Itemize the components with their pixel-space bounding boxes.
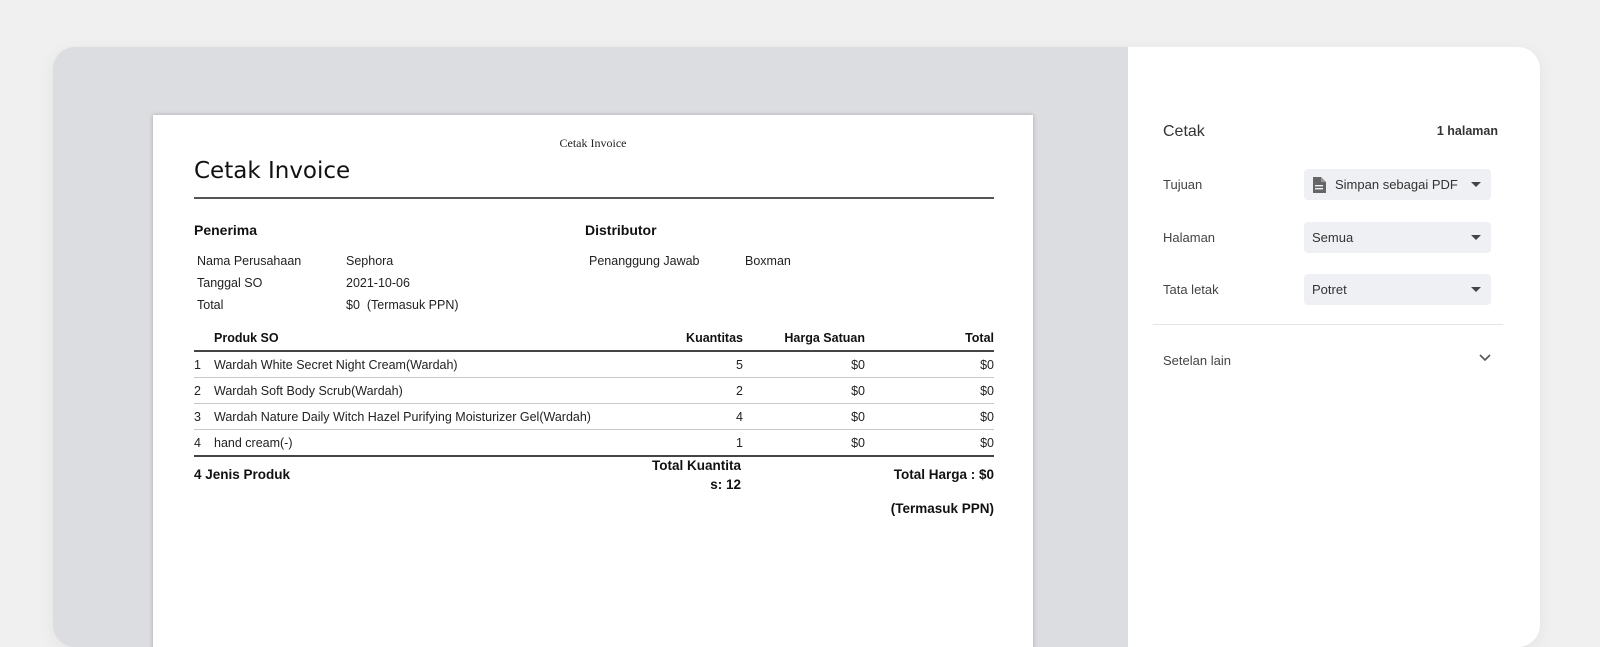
row-unit-price: $0 <box>851 384 865 398</box>
chevron-down-icon <box>1479 354 1491 362</box>
column-header-product: Produk SO <box>214 331 279 345</box>
tax-note: (Termasuk PPN) <box>890 501 994 516</box>
recipient-heading: Penerima <box>194 222 258 238</box>
field-label: Total <box>197 298 224 312</box>
panel-title: Cetak <box>1163 123 1205 140</box>
dropdown-arrow-icon <box>1471 235 1481 240</box>
layout-value: Potret <box>1312 282 1347 297</box>
row-number: 1 <box>194 358 201 372</box>
row-number: 4 <box>194 436 201 450</box>
products-table: Produk SO Kuantitas Harga Satuan Total 1… <box>194 331 994 457</box>
field-label: Tanggal SO <box>197 276 263 290</box>
layout-select[interactable]: Potret <box>1304 274 1491 305</box>
total-quantity-line-1: Total Kuantita <box>652 458 741 473</box>
print-dialog: Cetak Invoice Cetak Invoice Penerima Dis… <box>53 47 1540 647</box>
table-row: 1 Wardah White Secret Night Cream(Wardah… <box>194 352 994 378</box>
section-divider <box>1153 324 1503 325</box>
table-row: 2 Wardah Soft Body Scrub(Wardah) 2 $0 $0 <box>194 378 994 404</box>
print-preview-area: Cetak Invoice Cetak Invoice Penerima Dis… <box>53 47 1128 647</box>
more-settings-label: Setelan lain <box>1163 353 1231 368</box>
row-total: $0 <box>980 436 994 450</box>
dropdown-arrow-icon <box>1471 182 1481 187</box>
row-quantity: 4 <box>736 410 743 424</box>
more-settings-toggle[interactable]: Setelan lain <box>1163 352 1493 372</box>
page-count: 1 halaman <box>1436 124 1498 138</box>
table-header-row: Produk SO Kuantitas Harga Satuan Total <box>194 331 994 352</box>
row-number: 3 <box>194 410 201 424</box>
pages-label: Halaman <box>1163 230 1216 245</box>
destination-select[interactable]: Simpan sebagai PDF <box>1304 169 1491 200</box>
field-value: Sephora <box>346 254 394 268</box>
row-product: Wardah Soft Body Scrub(Wardah) <box>214 384 403 398</box>
row-total: $0 <box>980 384 994 398</box>
pages-value: Semua <box>1312 230 1354 245</box>
row-quantity: 5 <box>736 358 743 372</box>
table-row: 4 hand cream(-) 1 $0 $0 <box>194 430 994 457</box>
document-icon <box>1313 177 1326 193</box>
product-types-count: 4 Jenis Produk <box>194 467 291 482</box>
document-title: Cetak Invoice <box>194 158 351 184</box>
row-product: hand cream(-) <box>214 436 293 450</box>
page-header-caption: Cetak Invoice <box>559 136 627 150</box>
column-header-unit-price: Harga Satuan <box>784 331 865 345</box>
layout-label: Tata letak <box>1163 282 1219 297</box>
row-quantity: 2 <box>736 384 743 398</box>
column-header-quantity: Kuantitas <box>686 331 743 345</box>
row-total: $0 <box>980 358 994 372</box>
column-header-total: Total <box>965 331 994 345</box>
table-row: 3 Wardah Nature Daily Witch Hazel Purify… <box>194 404 994 430</box>
row-product: Wardah White Secret Night Cream(Wardah) <box>214 358 458 372</box>
pages-select[interactable]: Semua <box>1304 222 1491 253</box>
field-value: Boxman <box>745 254 791 268</box>
total-quantity-line-2: s: 12 <box>710 477 741 492</box>
field-value: 2021-10-06 <box>346 276 410 290</box>
distributor-heading: Distributor <box>585 222 657 238</box>
row-product: Wardah Nature Daily Witch Hazel Purifyin… <box>214 410 591 424</box>
field-label: Penanggung Jawab <box>589 254 700 268</box>
title-divider <box>194 197 994 199</box>
destination-value: Simpan sebagai PDF <box>1335 177 1458 192</box>
row-number: 2 <box>194 384 201 398</box>
row-quantity: 1 <box>736 436 743 450</box>
field-label: Nama Perusahaan <box>197 254 302 268</box>
document-page: Cetak Invoice Cetak Invoice Penerima Dis… <box>153 115 1033 647</box>
field-value: $0 (Termasuk PPN) <box>346 298 459 312</box>
row-unit-price: $0 <box>851 410 865 424</box>
row-unit-price: $0 <box>851 358 865 372</box>
total-price: Total Harga : $0 <box>893 467 994 482</box>
row-total: $0 <box>980 410 994 424</box>
destination-label: Tujuan <box>1163 177 1203 192</box>
dropdown-arrow-icon <box>1471 287 1481 292</box>
row-unit-price: $0 <box>851 436 865 450</box>
print-settings-panel: Cetak 1 halaman Tujuan Simpan sebagai PD… <box>1128 47 1540 647</box>
